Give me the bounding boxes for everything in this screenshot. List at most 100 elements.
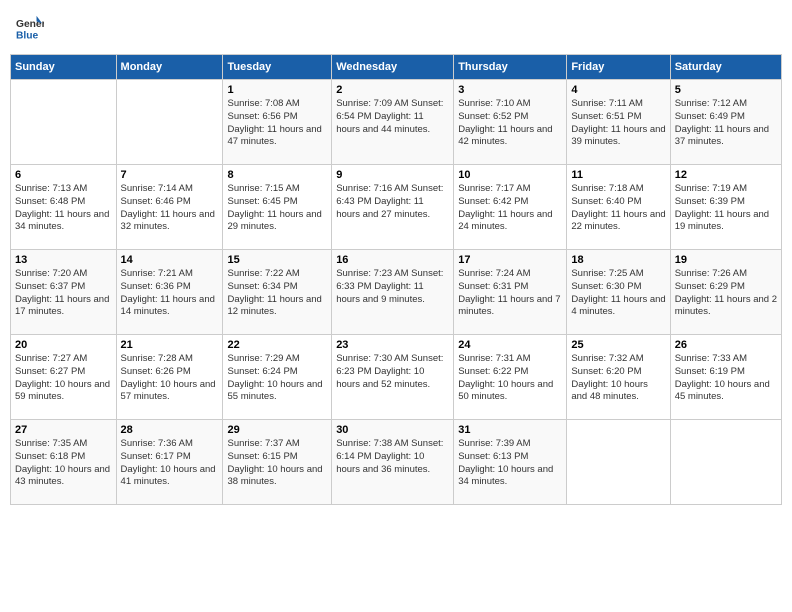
day-info: Sunrise: 7:30 AM Sunset: 6:23 PM Dayligh… [336, 353, 449, 391]
day-number: 16 [336, 254, 449, 266]
day-info: Sunrise: 7:28 AM Sunset: 6:26 PM Dayligh… [121, 353, 219, 404]
calendar-cell: 5 Sunrise: 7:12 AM Sunset: 6:49 PM Daylig… [670, 80, 781, 165]
col-header-friday: Friday [567, 55, 670, 80]
col-header-sunday: Sunday [11, 55, 117, 80]
day-number: 14 [121, 254, 219, 266]
calendar-cell: 18 Sunrise: 7:25 AM Sunset: 6:30 PM Dayli… [567, 250, 670, 335]
day-number: 12 [675, 169, 777, 181]
calendar-cell: 25 Sunrise: 7:32 AM Sunset: 6:20 PM Dayli… [567, 335, 670, 420]
col-header-wednesday: Wednesday [332, 55, 454, 80]
day-number: 31 [458, 424, 562, 436]
calendar-cell: 2 Sunrise: 7:09 AM Sunset: 6:54 PM Daylig… [332, 80, 454, 165]
calendar-cell: 21 Sunrise: 7:28 AM Sunset: 6:26 PM Dayli… [116, 335, 223, 420]
day-number: 7 [121, 169, 219, 181]
day-info: Sunrise: 7:33 AM Sunset: 6:19 PM Dayligh… [675, 353, 777, 404]
day-number: 20 [15, 339, 112, 351]
day-info: Sunrise: 7:37 AM Sunset: 6:15 PM Dayligh… [227, 438, 327, 489]
calendar-cell: 24 Sunrise: 7:31 AM Sunset: 6:22 PM Dayli… [454, 335, 567, 420]
day-number: 2 [336, 84, 449, 96]
calendar-cell: 13 Sunrise: 7:20 AM Sunset: 6:37 PM Dayli… [11, 250, 117, 335]
day-info: Sunrise: 7:39 AM Sunset: 6:13 PM Dayligh… [458, 438, 562, 489]
day-info: Sunrise: 7:15 AM Sunset: 6:45 PM Dayligh… [227, 183, 327, 234]
calendar-cell [116, 80, 223, 165]
day-number: 22 [227, 339, 327, 351]
col-header-saturday: Saturday [670, 55, 781, 80]
day-number: 6 [15, 169, 112, 181]
day-info: Sunrise: 7:10 AM Sunset: 6:52 PM Dayligh… [458, 98, 562, 149]
calendar-cell: 3 Sunrise: 7:10 AM Sunset: 6:52 PM Daylig… [454, 80, 567, 165]
day-info: Sunrise: 7:09 AM Sunset: 6:54 PM Dayligh… [336, 98, 449, 136]
calendar-cell: 9 Sunrise: 7:16 AM Sunset: 6:43 PM Daylig… [332, 165, 454, 250]
day-info: Sunrise: 7:08 AM Sunset: 6:56 PM Dayligh… [227, 98, 327, 149]
calendar-cell: 27Sunrise: 7:35 AM Sunset: 6:18 PM Dayli… [11, 420, 117, 505]
day-info: Sunrise: 7:26 AM Sunset: 6:29 PM Dayligh… [675, 268, 777, 319]
day-info: Sunrise: 7:13 AM Sunset: 6:48 PM Dayligh… [15, 183, 112, 234]
day-info: Sunrise: 7:14 AM Sunset: 6:46 PM Dayligh… [121, 183, 219, 234]
day-number: 5 [675, 84, 777, 96]
day-info: Sunrise: 7:29 AM Sunset: 6:24 PM Dayligh… [227, 353, 327, 404]
day-number: 1 [227, 84, 327, 96]
day-info: Sunrise: 7:25 AM Sunset: 6:30 PM Dayligh… [571, 268, 665, 319]
day-number: 27 [15, 424, 112, 436]
day-number: 10 [458, 169, 562, 181]
day-info: Sunrise: 7:22 AM Sunset: 6:34 PM Dayligh… [227, 268, 327, 319]
day-info: Sunrise: 7:24 AM Sunset: 6:31 PM Dayligh… [458, 268, 562, 319]
day-info: Sunrise: 7:32 AM Sunset: 6:20 PM Dayligh… [571, 353, 665, 404]
calendar-cell: 12 Sunrise: 7:19 AM Sunset: 6:39 PM Dayli… [670, 165, 781, 250]
day-info: Sunrise: 7:38 AM Sunset: 6:14 PM Dayligh… [336, 438, 449, 476]
day-info: Sunrise: 7:18 AM Sunset: 6:40 PM Dayligh… [571, 183, 665, 234]
calendar-table: SundayMondayTuesdayWednesdayThursdayFrid… [10, 54, 782, 505]
day-number: 24 [458, 339, 562, 351]
calendar-cell: 20 Sunrise: 7:27 AM Sunset: 6:27 PM Dayli… [11, 335, 117, 420]
calendar-cell: 6 Sunrise: 7:13 AM Sunset: 6:48 PM Daylig… [11, 165, 117, 250]
calendar-cell: 1 Sunrise: 7:08 AM Sunset: 6:56 PM Daylig… [223, 80, 332, 165]
day-number: 19 [675, 254, 777, 266]
day-info: Sunrise: 7:11 AM Sunset: 6:51 PM Dayligh… [571, 98, 665, 149]
page-header: General Blue [10, 10, 782, 46]
day-info: Sunrise: 7:16 AM Sunset: 6:43 PM Dayligh… [336, 183, 449, 221]
logo-icon: General Blue [16, 14, 44, 42]
day-number: 9 [336, 169, 449, 181]
day-number: 13 [15, 254, 112, 266]
calendar-cell: 14 Sunrise: 7:21 AM Sunset: 6:36 PM Dayli… [116, 250, 223, 335]
logo: General Blue [16, 14, 44, 42]
day-number: 15 [227, 254, 327, 266]
calendar-cell: 22 Sunrise: 7:29 AM Sunset: 6:24 PM Dayli… [223, 335, 332, 420]
day-number: 3 [458, 84, 562, 96]
day-info: Sunrise: 7:23 AM Sunset: 6:33 PM Dayligh… [336, 268, 449, 306]
day-info: Sunrise: 7:31 AM Sunset: 6:22 PM Dayligh… [458, 353, 562, 404]
day-info: Sunrise: 7:12 AM Sunset: 6:49 PM Dayligh… [675, 98, 777, 149]
day-number: 25 [571, 339, 665, 351]
calendar-cell: 30 Sunrise: 7:38 AM Sunset: 6:14 PM Dayli… [332, 420, 454, 505]
day-number: 21 [121, 339, 219, 351]
calendar-cell: 10 Sunrise: 7:17 AM Sunset: 6:42 PM Dayli… [454, 165, 567, 250]
calendar-cell: 26Sunrise: 7:33 AM Sunset: 6:19 PM Dayli… [670, 335, 781, 420]
day-info: Sunrise: 7:21 AM Sunset: 6:36 PM Dayligh… [121, 268, 219, 319]
day-info: Sunrise: 7:20 AM Sunset: 6:37 PM Dayligh… [15, 268, 112, 319]
calendar-cell: 11 Sunrise: 7:18 AM Sunset: 6:40 PM Dayli… [567, 165, 670, 250]
day-number: 8 [227, 169, 327, 181]
calendar-cell: 23 Sunrise: 7:30 AM Sunset: 6:23 PM Dayli… [332, 335, 454, 420]
day-number: 23 [336, 339, 449, 351]
calendar-cell [670, 420, 781, 505]
day-info: Sunrise: 7:17 AM Sunset: 6:42 PM Dayligh… [458, 183, 562, 234]
day-info: Sunrise: 7:27 AM Sunset: 6:27 PM Dayligh… [15, 353, 112, 404]
calendar-cell: 19 Sunrise: 7:26 AM Sunset: 6:29 PM Dayli… [670, 250, 781, 335]
calendar-cell [567, 420, 670, 505]
calendar-cell: 8 Sunrise: 7:15 AM Sunset: 6:45 PM Daylig… [223, 165, 332, 250]
day-number: 11 [571, 169, 665, 181]
svg-text:Blue: Blue [16, 30, 39, 41]
calendar-cell: 7 Sunrise: 7:14 AM Sunset: 6:46 PM Daylig… [116, 165, 223, 250]
calendar-cell: 15 Sunrise: 7:22 AM Sunset: 6:34 PM Dayli… [223, 250, 332, 335]
calendar-cell: 17Sunrise: 7:24 AM Sunset: 6:31 PM Dayli… [454, 250, 567, 335]
day-info: Sunrise: 7:19 AM Sunset: 6:39 PM Dayligh… [675, 183, 777, 234]
day-number: 4 [571, 84, 665, 96]
day-number: 30 [336, 424, 449, 436]
calendar-cell: 29 Sunrise: 7:37 AM Sunset: 6:15 PM Dayli… [223, 420, 332, 505]
day-number: 29 [227, 424, 327, 436]
day-number: 28 [121, 424, 219, 436]
col-header-thursday: Thursday [454, 55, 567, 80]
day-info: Sunrise: 7:36 AM Sunset: 6:17 PM Dayligh… [121, 438, 219, 489]
day-number: 18 [571, 254, 665, 266]
col-header-monday: Monday [116, 55, 223, 80]
